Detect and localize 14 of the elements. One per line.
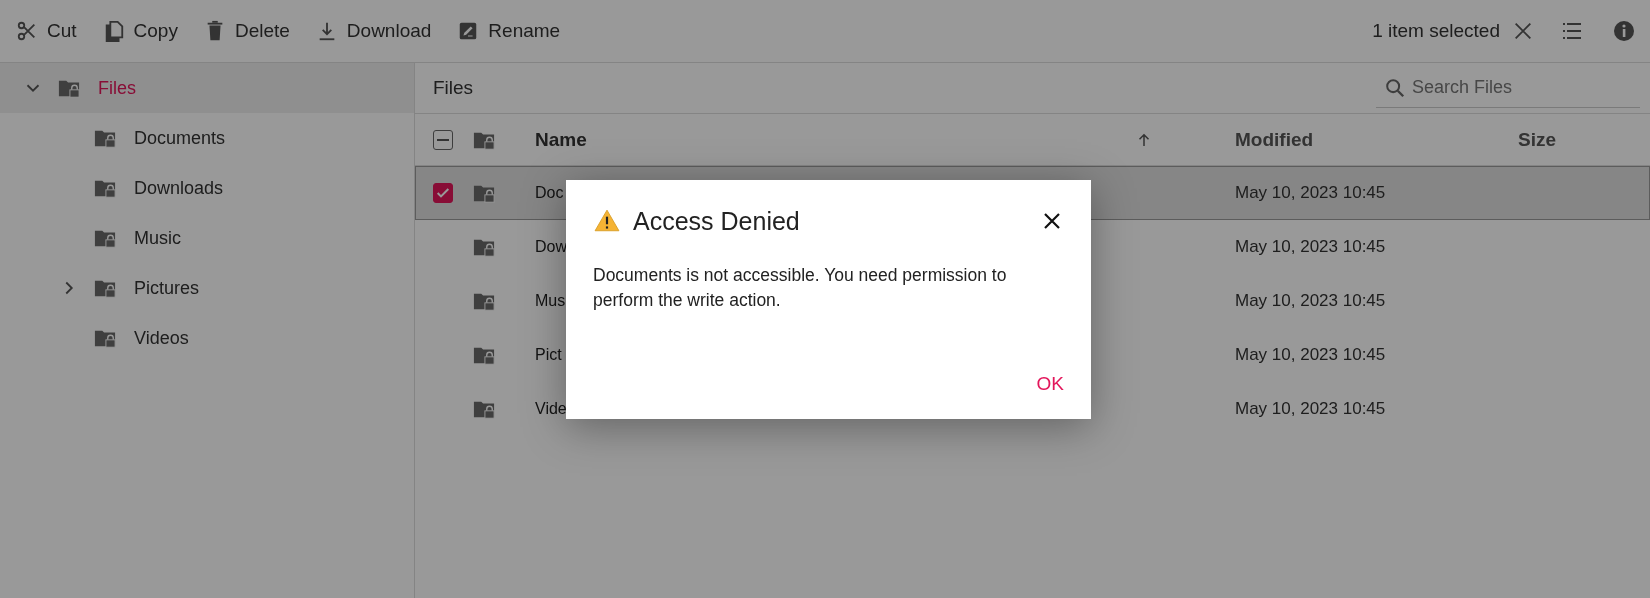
- breadcrumb: Files: [433, 77, 474, 99]
- modified-date: May 10, 2023 10:45: [1235, 291, 1386, 310]
- file-name: Doc: [535, 184, 564, 202]
- modified-date: May 10, 2023 10:45: [1235, 345, 1386, 364]
- modified-date: May 10, 2023 10:45: [1235, 399, 1386, 418]
- file-name: Vide: [535, 400, 567, 418]
- file-name: Mus: [535, 292, 566, 310]
- modified-date: May 10, 2023 10:45: [1235, 183, 1386, 202]
- selection-count: 1 item selected: [1372, 20, 1500, 42]
- modified-date: May 10, 2023 10:45: [1235, 237, 1386, 256]
- dialog-title: Access Denied: [633, 206, 800, 236]
- file-name: Pict: [535, 346, 562, 364]
- dialog-message: Documents is not accessible. You need permission to perform the write action.: [593, 264, 1008, 312]
- file-name: Dow: [535, 238, 567, 256]
